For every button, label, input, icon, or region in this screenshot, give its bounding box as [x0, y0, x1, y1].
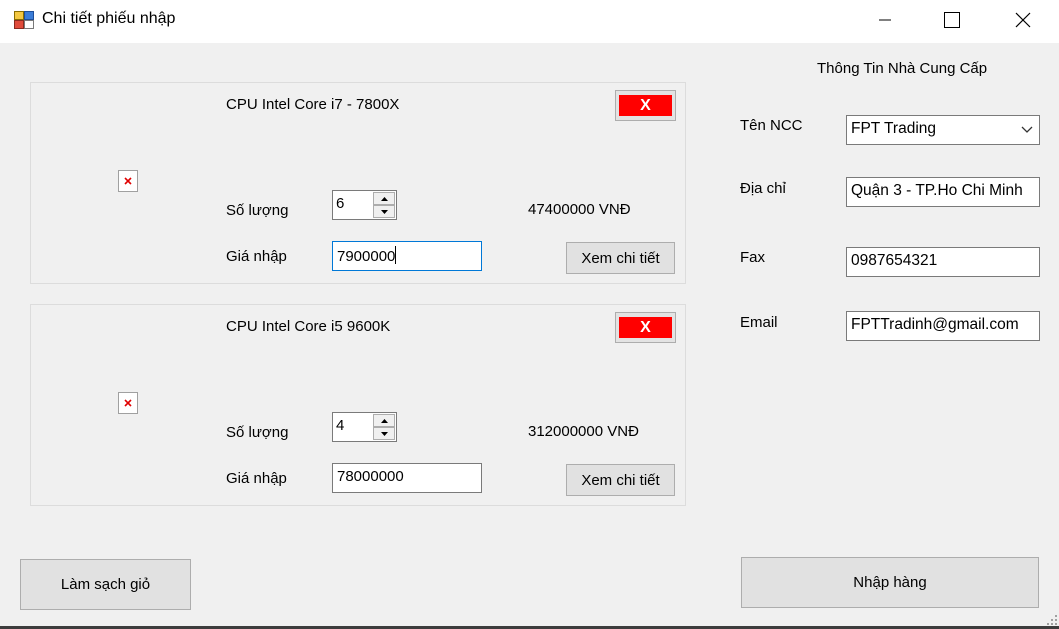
remove-item-button[interactable]: X — [615, 90, 676, 121]
email-label: Email — [740, 314, 778, 331]
increment-button[interactable] — [373, 414, 395, 427]
caret-down-icon — [380, 209, 388, 214]
window-title: Chi tiết phiếu nhập — [42, 10, 176, 27]
email-field[interactable]: FPTTradinh@gmail.com — [846, 311, 1040, 341]
view-detail-button[interactable]: Xem chi tiết — [566, 242, 675, 274]
fax-field[interactable]: 0987654321 — [846, 247, 1040, 277]
supplier-select-value: FPT Trading — [851, 120, 937, 137]
clear-cart-button[interactable]: Làm sạch giỏ — [20, 559, 191, 610]
minimize-button[interactable] — [862, 0, 908, 40]
product-name: CPU Intel Core i7 - 7800X — [226, 96, 400, 113]
view-detail-button[interactable]: Xem chi tiết — [566, 464, 675, 496]
quantity-stepper[interactable]: 4 — [332, 412, 397, 442]
decrement-button[interactable] — [373, 427, 395, 440]
text-caret — [395, 246, 397, 264]
supplier-name-label: Tên NCC — [740, 117, 803, 134]
address-label: Địa chỉ — [740, 180, 786, 197]
cart-item-panel: CPU Intel Core i5 9600K X Số lượng 4 312… — [30, 304, 686, 506]
quantity-label: Số lượng — [226, 424, 289, 441]
resize-grip-icon[interactable] — [1046, 613, 1058, 625]
price-input[interactable]: 78000000 — [332, 463, 482, 493]
remove-item-button[interactable]: X — [615, 312, 676, 343]
maximize-button[interactable] — [929, 0, 975, 40]
broken-image-icon — [118, 170, 138, 192]
broken-image-icon — [118, 392, 138, 414]
product-name: CPU Intel Core i5 9600K — [226, 318, 391, 335]
close-button[interactable] — [1000, 0, 1046, 40]
price-label: Giá nhập — [226, 470, 287, 487]
caret-up-icon — [380, 418, 388, 423]
chevron-down-icon — [1021, 126, 1033, 133]
remove-x-label: X — [640, 96, 651, 114]
line-total: 312000000 VNĐ — [528, 423, 639, 440]
quantity-value: 6 — [336, 195, 345, 212]
cart-item-panel: CPU Intel Core i7 - 7800X X Số lượng 6 4… — [30, 82, 686, 284]
supplier-select[interactable]: FPT Trading — [846, 115, 1040, 145]
quantity-value: 4 — [336, 417, 345, 434]
caret-down-icon — [380, 431, 388, 436]
line-total: 47400000 VNĐ — [528, 201, 631, 218]
app-icon — [14, 11, 34, 29]
quantity-stepper[interactable]: 6 — [332, 190, 397, 220]
address-field[interactable]: Quận 3 - TP.Ho Chi Minh — [846, 177, 1040, 207]
price-value: 7900000 — [337, 248, 396, 265]
supplier-section-title: Thông Tin Nhà Cung Cấp — [817, 60, 988, 77]
price-input[interactable]: 7900000 — [332, 241, 482, 271]
price-label: Giá nhập — [226, 248, 287, 265]
fax-label: Fax — [740, 249, 766, 266]
title-bar: Chi tiết phiếu nhập — [0, 0, 1059, 43]
import-goods-button[interactable]: Nhập hàng — [741, 557, 1039, 608]
decrement-button[interactable] — [373, 205, 395, 218]
remove-x-label: X — [640, 318, 651, 336]
increment-button[interactable] — [373, 192, 395, 205]
quantity-label: Số lượng — [226, 202, 289, 219]
caret-up-icon — [380, 196, 388, 201]
